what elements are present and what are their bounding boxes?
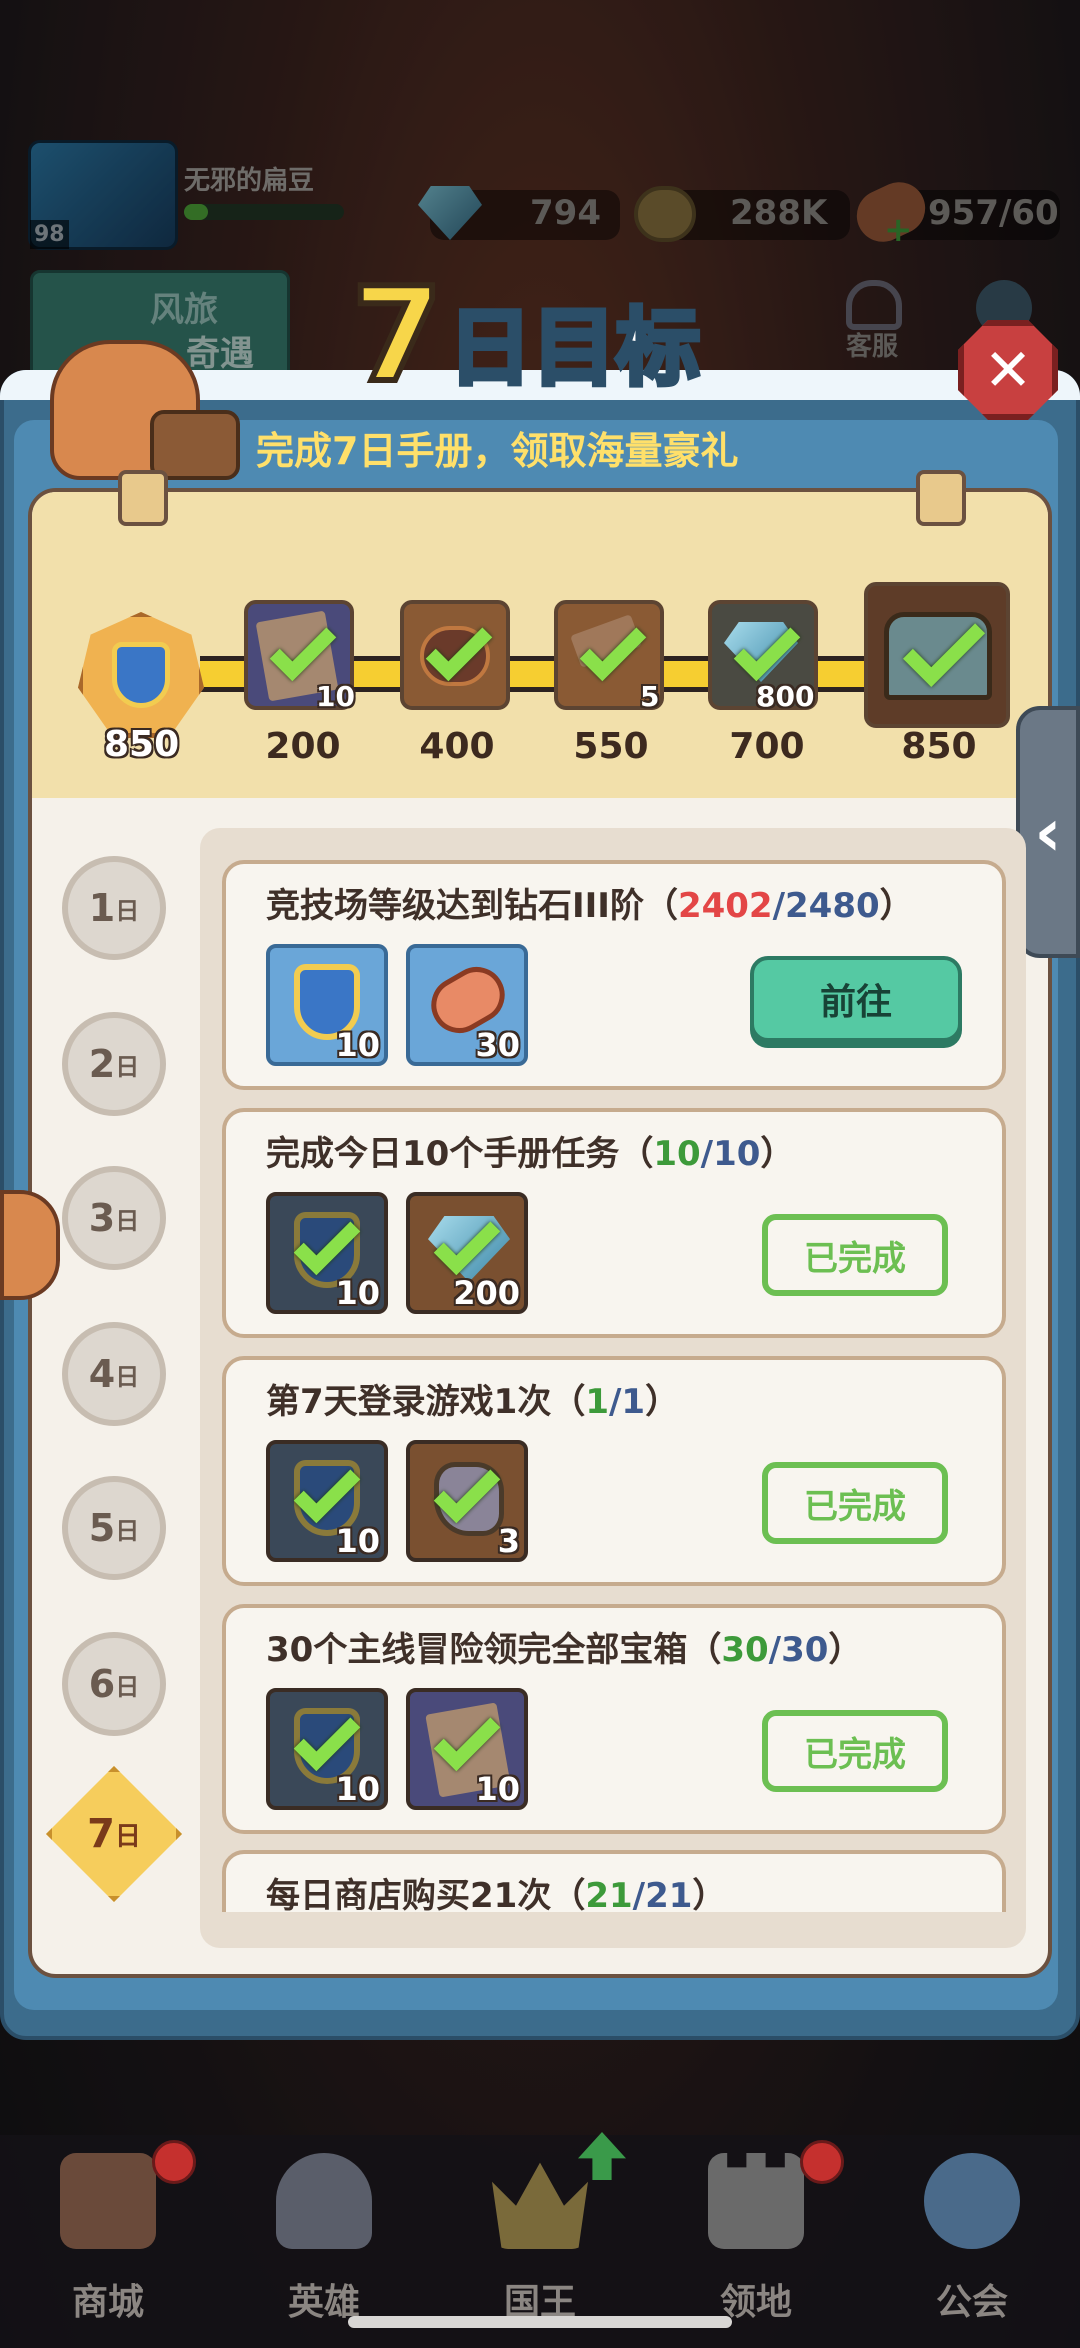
completed-button[interactable]: 已完成 <box>762 1710 948 1792</box>
reward-count: 200 <box>453 1274 520 1312</box>
day-tab-2[interactable]: 2日 <box>62 1012 166 1116</box>
modal-title-text: 日目标 <box>445 299 702 397</box>
day-tab-1[interactable]: 1日 <box>62 856 166 960</box>
reward-count: 10 <box>475 1770 520 1808</box>
nav-shop-notification <box>152 2140 196 2184</box>
task-card: 每日商店购买21次（21/21） <box>222 1850 1006 1912</box>
milestone-550-label: 550 <box>573 726 649 767</box>
task-card: 第7天登录游戏1次（1/1） 10 3 已完成 <box>222 1356 1006 1586</box>
reward-count: 30 <box>475 1026 520 1064</box>
task-title: 30个主线冒险领完全部宝箱（30/30） <box>266 1630 863 1670</box>
modal-subtitle: 完成7日手册，领取海量豪礼 <box>256 429 739 473</box>
reward-count: 10 <box>335 1274 380 1312</box>
task-title: 完成今日10个手册任务（10/10） <box>266 1134 795 1174</box>
completed-button[interactable]: 已完成 <box>762 1462 948 1544</box>
milestone-200-label: 200 <box>265 726 341 767</box>
reward-item[interactable]: 10 <box>266 1440 388 1562</box>
milestone-700-count: 800 <box>756 680 815 713</box>
nav-guild[interactable]: 公会 <box>864 2135 1080 2348</box>
milestone-850-label: 850 <box>901 726 977 767</box>
day-tab-6[interactable]: 6日 <box>62 1632 166 1736</box>
reward-item[interactable]: 10 <box>266 1688 388 1810</box>
chevron-left-icon: ‹ <box>1034 793 1062 871</box>
day-tab-4[interactable]: 4日 <box>62 1322 166 1426</box>
reward-item[interactable]: 30 <box>406 944 528 1066</box>
milestone-700-label: 700 <box>729 726 805 767</box>
completed-button[interactable]: 已完成 <box>762 1214 948 1296</box>
task-card: 竞技场等级达到钻石III阶（2402/2480） 10 30 前往 <box>222 860 1006 1090</box>
day-tab-3[interactable]: 3日 <box>62 1166 166 1270</box>
task-card: 30个主线冒险领完全部宝箱（30/30） 10 10 已完成 <box>222 1604 1006 1834</box>
nav-shop-label: 商城 <box>71 2282 144 2323</box>
nav-territory-label: 领地 <box>719 2282 792 2323</box>
crown-icon <box>492 2162 588 2249</box>
task-card: 完成今日10个手册任务（10/10） 10 200 已完成 <box>222 1108 1006 1338</box>
paper-clip-left <box>118 470 168 526</box>
reward-item[interactable]: 200 <box>406 1192 528 1314</box>
shop-stall-icon <box>60 2153 156 2249</box>
mascot-peek <box>0 1190 60 1300</box>
go-button[interactable]: 前往 <box>750 956 962 1042</box>
reward-count: 10 <box>335 1770 380 1808</box>
task-title: 竞技场等级达到钻石III阶（2402/2480） <box>266 886 914 926</box>
day-tab-5[interactable]: 5日 <box>62 1476 166 1580</box>
current-score: 850 <box>104 724 180 765</box>
planet-icon <box>924 2153 1020 2249</box>
reward-count: 3 <box>497 1522 520 1560</box>
milestone-400-label: 400 <box>419 726 495 767</box>
shield-badge-icon <box>112 642 170 708</box>
nav-territory-notification <box>800 2140 844 2184</box>
reward-item[interactable]: 10 <box>266 1192 388 1314</box>
reward-item[interactable]: 10 <box>406 1688 528 1810</box>
milestone-200-count: 10 <box>316 680 355 713</box>
nav-guild-label: 公会 <box>935 2282 1008 2323</box>
home-indicator <box>348 2316 732 2328</box>
task-title: 第7天登录游戏1次（1/1） <box>266 1382 680 1422</box>
reward-count: 10 <box>335 1026 380 1064</box>
castle-icon <box>708 2153 804 2249</box>
reward-item[interactable]: 10 <box>266 944 388 1066</box>
task-title: 每日商店购买21次（21/21） <box>266 1876 727 1912</box>
close-button[interactable]: ✕ <box>958 320 1058 420</box>
task-card-clip: 每日商店购买21次（21/21） <box>222 1850 1006 1912</box>
reward-count: 10 <box>335 1522 380 1560</box>
helmet-icon <box>276 2153 372 2249</box>
mascot-drum <box>150 410 240 480</box>
modal-title-number: 7 <box>349 259 446 411</box>
reward-item[interactable]: 3 <box>406 1440 528 1562</box>
close-icon: ✕ <box>983 336 1033 404</box>
milestone-550-count: 5 <box>640 680 660 713</box>
paper-clip-right <box>916 470 966 526</box>
